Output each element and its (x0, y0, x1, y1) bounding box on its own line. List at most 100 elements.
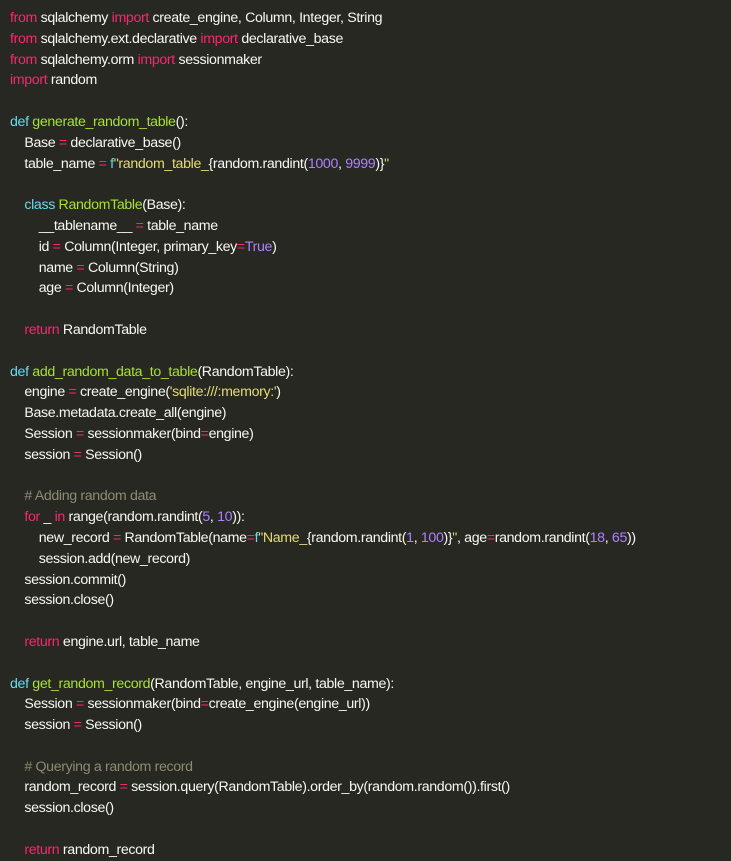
code-token-default: {random.randint( (208, 155, 309, 172)
code-token-comment: # Querying a random record (10, 758, 193, 775)
code-token-default: range(random.randint( (64, 509, 203, 526)
code-token-default: Column(Integer, primary_key (60, 238, 237, 255)
code-token-keyword: import (200, 30, 238, 47)
code-token-default (10, 509, 24, 525)
code-line: def get_random_record(RandomTable, engin… (10, 674, 731, 695)
code-token-operator: = (486, 529, 495, 546)
code-line: id = Column(Integer, primary_key=True) (10, 237, 731, 258)
code-token-default: session (10, 717, 74, 734)
code-token-keyword: for (24, 509, 40, 526)
code-line: Base = declarative_base() (10, 133, 731, 154)
code-line: engine = create_engine('sqlite:///:memor… (10, 382, 731, 403)
code-token-default: engine.url, table_name (59, 633, 200, 650)
code-token-default (10, 634, 24, 650)
code-token-operator: = (73, 446, 82, 463)
code-line: age = Column(Integer) (10, 278, 731, 299)
code-token-default: new_record (10, 529, 113, 546)
code-line: session = Session() (10, 715, 731, 736)
code-token-default: __tablename__ (10, 217, 136, 234)
code-token-default: Session (10, 425, 76, 442)
code-token-default: , (413, 529, 421, 546)
code-token-operator: = (200, 425, 209, 442)
code-token-default: session.close() (10, 592, 114, 609)
code-token-number: 100 (420, 529, 444, 546)
code-token-operator: = (236, 238, 245, 255)
code-token-operator: = (75, 425, 84, 442)
code-token-keyword: return (24, 633, 60, 650)
code-token-keyword: from (10, 10, 37, 26)
code-line: return random_record (10, 840, 731, 861)
code-token-class: RandomTable (58, 197, 143, 214)
code-token-default: {random.randint( (306, 529, 407, 546)
code-line: for _ in range(random.randint(5, 10)): (10, 507, 731, 528)
code-token-default: create_engine(engine_url)) (208, 696, 371, 713)
code-token-operator: = (112, 529, 121, 546)
code-token-string: "random_table_ (113, 155, 209, 172)
code-token-default: _ (39, 509, 55, 526)
code-token-default: name (10, 259, 77, 276)
code-token-default: sqlalchemy (36, 10, 112, 26)
code-token-keyword: return (24, 841, 60, 858)
code-token-default: (RandomTable): (197, 363, 294, 380)
code-token-keyword: import (10, 72, 48, 89)
code-token-default: )} (443, 529, 453, 546)
code-token-func: add_random_data_to_table (32, 363, 198, 380)
code-token-keyword: from (10, 51, 37, 68)
code-token-default: )} (375, 155, 385, 172)
code-token-string: " (384, 155, 389, 172)
code-token-default (10, 322, 24, 338)
code-line: # Adding random data (10, 486, 731, 507)
code-token-default: sessionmaker(bind (83, 425, 201, 442)
code-token-default: random.randint( (494, 529, 590, 546)
code-token-default (10, 842, 24, 858)
code-token-default: RandomTable(name (120, 529, 247, 546)
code-line: session = Session() (10, 445, 731, 466)
code-token-operator: = (73, 717, 82, 734)
code-token-number: 10 (217, 509, 233, 526)
code-token-comment: # Adding random data (10, 488, 157, 505)
code-token-default: session.close() (10, 800, 114, 817)
code-token-default: )): (232, 509, 245, 526)
code-token-builtin: def (10, 113, 29, 130)
code-token-default: Session() (81, 717, 142, 734)
code-token-operator: = (58, 134, 67, 151)
code-token-default: session.query(RandomTable).order_by(rand… (127, 779, 510, 796)
code-token-default: )) (627, 529, 636, 546)
code-token-default: , age (456, 529, 487, 546)
code-token-default: random_record (10, 779, 120, 796)
code-line: name = Column(String) (10, 258, 731, 279)
code-token-const: True (244, 238, 273, 255)
code-token-default: table_name (10, 155, 99, 172)
code-line: random_record = session.query(RandomTabl… (10, 777, 731, 798)
code-token-builtin: def (10, 363, 29, 380)
code-editor[interactable]: from sqlalchemy import create_engine, Co… (0, 0, 731, 858)
code-token-default: declarative_base() (66, 134, 181, 151)
code-line: # Querying a random record (10, 757, 731, 778)
code-token-default: (): (175, 113, 189, 130)
code-token-default: table_name (143, 217, 218, 234)
code-token-default: Session (10, 696, 76, 713)
code-token-keyword: in (54, 509, 66, 526)
code-token-func: generate_random_table (32, 113, 176, 130)
code-token-default: session (10, 446, 74, 463)
code-line: table_name = f"random_table_{random.rand… (10, 154, 731, 175)
code-token-string: 'sqlite:///:memory:' (169, 384, 277, 401)
code-token-default: id (10, 238, 53, 255)
code-token-default: ) (272, 238, 277, 255)
code-token-default: , (604, 529, 612, 546)
code-token-default: sessionmaker(bind (83, 696, 201, 713)
code-token-default: Column(String) (84, 259, 179, 276)
code-line: class RandomTable(Base): (10, 195, 731, 216)
code-token-number: 5 (202, 509, 210, 526)
code-line: Session = sessionmaker(bind=create_engin… (10, 694, 731, 715)
code-token-operator: = (52, 238, 61, 255)
code-line: Base.metadata.create_all(engine) (10, 403, 731, 424)
code-line: Session = sessionmaker(bind=engine) (10, 424, 731, 445)
code-line: def generate_random_table(): (10, 112, 731, 133)
